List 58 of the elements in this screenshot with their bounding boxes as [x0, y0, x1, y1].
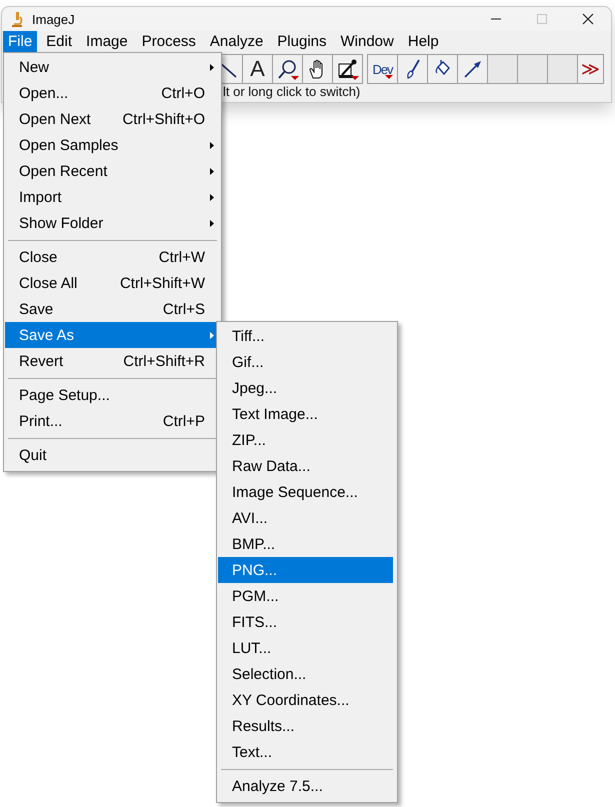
- menu-item[interactable]: Text...: [218, 739, 393, 765]
- menu-item[interactable]: Analyze 7.5...: [218, 773, 393, 799]
- menu-bar-item[interactable]: Image: [81, 31, 133, 52]
- menu-item[interactable]: Raw Data...: [218, 453, 393, 479]
- menu-item[interactable]: Print... Ctrl+P: [5, 408, 220, 434]
- tool-button[interactable]: [272, 54, 303, 84]
- menu-item[interactable]: AVI...: [218, 505, 393, 531]
- close-icon: [582, 13, 594, 25]
- menu-bar-item[interactable]: File: [3, 31, 38, 52]
- menu-item[interactable]: Open Samples: [5, 132, 220, 158]
- dev-button[interactable]: Dev: [367, 54, 398, 84]
- menu-item[interactable]: BMP...: [218, 531, 393, 557]
- menu-item[interactable]: Save Ctrl+S: [5, 296, 220, 322]
- dropper-icon: [336, 58, 358, 80]
- arrow-icon: [462, 58, 484, 80]
- menu-item[interactable]: Show Folder: [5, 210, 220, 236]
- menu-bar-item[interactable]: Analyze: [204, 31, 268, 52]
- menu-item[interactable]: Open... Ctrl+O: [5, 80, 220, 106]
- menu-item[interactable]: Image Sequence...: [218, 479, 393, 505]
- microscope-icon: [10, 11, 24, 27]
- menu-bar-item[interactable]: Edit: [41, 31, 78, 52]
- menu-item[interactable]: Results...: [218, 713, 393, 739]
- tool-button[interactable]: [427, 54, 458, 84]
- menu-item[interactable]: Jpeg...: [218, 375, 393, 401]
- menu-item[interactable]: Page Setup...: [5, 382, 220, 408]
- menu-bar-item[interactable]: Window: [336, 31, 399, 52]
- menu-item[interactable]: Close All Ctrl+Shift+W: [5, 270, 220, 296]
- status-text: lt or long click to switch): [223, 84, 360, 99]
- tool-button[interactable]: [302, 54, 333, 84]
- menu-item[interactable]: FITS...: [218, 609, 393, 635]
- magnifier-icon: [276, 58, 298, 80]
- menu-bar-item[interactable]: Process: [136, 31, 201, 52]
- tool-button[interactable]: [332, 54, 363, 84]
- menu-item[interactable]: New: [5, 54, 220, 80]
- menu-item[interactable]: LUT...: [218, 635, 393, 661]
- menu-item[interactable]: Open Next Ctrl+Shift+O: [5, 106, 220, 132]
- tool-button[interactable]: [397, 54, 428, 84]
- caret-icon: [385, 75, 393, 79]
- tool-button[interactable]: [457, 54, 488, 84]
- menu-bar-item[interactable]: Help: [402, 31, 444, 52]
- menu-item[interactable]: ZIP...: [218, 427, 393, 453]
- menu-bar-item[interactable]: Plugins: [272, 31, 332, 52]
- menu-item[interactable]: Text Image...: [218, 401, 393, 427]
- text-tool-button[interactable]: A: [242, 54, 273, 84]
- menu-item[interactable]: Revert Ctrl+Shift+R: [5, 348, 220, 374]
- maximize-icon: [536, 13, 548, 25]
- window-title: ImageJ: [32, 12, 76, 26]
- menu-item[interactable]: Open Recent: [5, 158, 220, 184]
- menu-item[interactable]: Selection...: [218, 661, 393, 687]
- more-tools-button[interactable]: ≫: [577, 54, 604, 84]
- menu-item[interactable]: Import: [5, 184, 220, 210]
- menu-item[interactable]: XY Coordinates...: [218, 687, 393, 713]
- menu-item[interactable]: Tiff...: [218, 323, 393, 349]
- menu-item[interactable]: Quit: [5, 442, 220, 468]
- menu-item[interactable]: Gif...: [218, 349, 393, 375]
- menu-item[interactable]: PNG...: [218, 557, 393, 583]
- menu-item[interactable]: Close Ctrl+W: [5, 244, 220, 270]
- menu-item[interactable]: PGM...: [218, 583, 393, 609]
